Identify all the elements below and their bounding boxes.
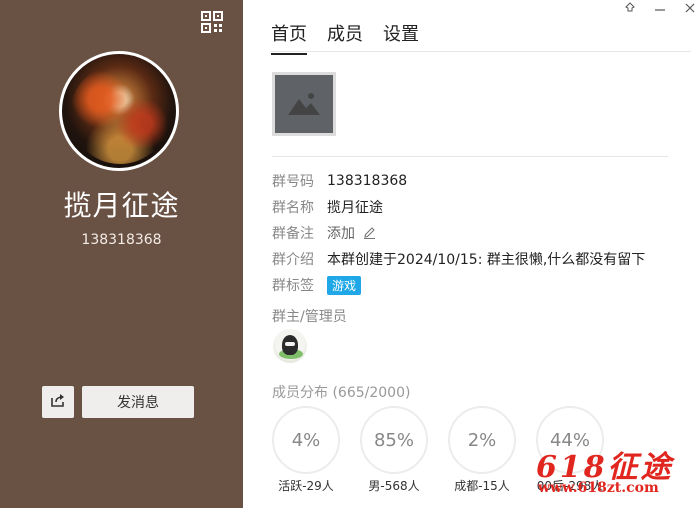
group-profile-window: 揽月征途 138318368 发消息 首页 成员 设置 群号码 13831836… [0,0,700,508]
intro-value: 本群创建于2024/10/15: 群主很懒,什么都没有留下 [327,252,646,268]
info-row-number: 群号码 138318368 [272,168,645,194]
distribution-item-region[interactable]: 2% 成都-15人 [448,406,516,494]
avatar-eyes [285,342,295,346]
info-row-name: 群名称 揽月征途 [272,194,645,220]
distribution-item-gender[interactable]: 85% 男-568人 [360,406,428,494]
admin-avatar[interactable] [273,329,307,363]
tab-members[interactable]: 成员 [327,20,363,55]
group-id-text: 138318368 [81,232,162,248]
minimize-icon[interactable] [654,2,666,14]
site-watermark: 618征途 www.618zt.com [532,442,698,504]
close-icon[interactable] [684,2,696,14]
left-panel: 揽月征途 138318368 发消息 [0,0,243,508]
group-photo-placeholder[interactable] [272,72,336,136]
watermark-url: www.618zt.com [538,480,659,496]
percent-circle: 4% [272,406,340,474]
admins-title: 群主/管理员 [272,309,347,325]
add-remark-text: 添加 [327,226,355,242]
distribution-label: 活跃-29人 [278,479,334,493]
window-controls [624,2,696,14]
tab-divider [271,51,691,52]
percent-circle: 85% [360,406,428,474]
group-name-heading: 揽月征途 [63,189,180,222]
distribution-label: 成都-15人 [454,479,510,493]
tab-bar: 首页 成员 设置 [271,20,419,55]
number-value: 138318368 [327,173,408,189]
tab-home[interactable]: 首页 [271,20,307,55]
tags-label: 群标签 [272,278,314,294]
share-button[interactable] [42,386,74,418]
distribution-title: 成员分布 (665/2000) [272,385,411,401]
info-row-remark: 群备注 添加 [272,220,645,246]
tab-settings[interactable]: 设置 [383,20,419,55]
section-divider [272,156,668,157]
send-message-button[interactable]: 发消息 [82,386,194,418]
number-label: 群号码 [272,174,314,190]
avatar-artwork [70,64,170,164]
distribution-label: 男-568人 [368,479,420,493]
image-icon [286,87,322,121]
percent-circle: 2% [448,406,516,474]
tag-badge[interactable]: 游戏 [327,275,362,295]
group-info: 群号码 138318368 群名称 揽月征途 群备注 添加 群介绍 本群创建于2… [272,168,645,298]
group-avatar[interactable] [59,51,179,171]
qr-code-icon[interactable] [201,11,223,33]
edit-icon [363,226,376,243]
info-row-intro: 群介绍 本群创建于2024/10/15: 群主很懒,什么都没有留下 [272,246,645,272]
add-remark-link[interactable]: 添加 [327,223,376,243]
name-label: 群名称 [272,200,314,216]
distribution-item-active[interactable]: 4% 活跃-29人 [272,406,340,494]
name-value: 揽月征途 [327,200,383,216]
intro-label: 群介绍 [272,252,314,268]
info-row-tags: 群标签 游戏 [272,272,645,298]
pin-icon[interactable] [624,2,636,14]
remark-label: 群备注 [272,226,314,242]
share-icon [50,392,66,412]
